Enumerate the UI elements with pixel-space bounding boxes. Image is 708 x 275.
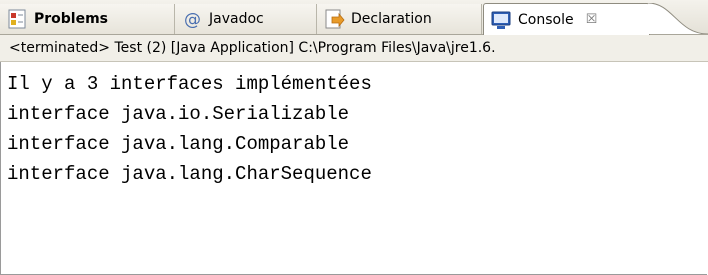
- tab-console[interactable]: Console ☒: [483, 3, 650, 35]
- tab-problems[interactable]: Problems: [0, 4, 175, 34]
- problems-icon: [6, 8, 28, 30]
- tab-label: Problems: [34, 11, 109, 27]
- javadoc-icon: @: [181, 8, 203, 30]
- tab-label: Declaration: [351, 11, 432, 27]
- tab-javadoc[interactable]: @ Javadoc: [175, 4, 317, 34]
- svg-text:@: @: [184, 10, 201, 30]
- tab-label: Javadoc: [209, 11, 264, 27]
- tab-label: Console: [518, 11, 574, 28]
- declaration-icon: [323, 8, 345, 30]
- tab-curve-decoration: [648, 3, 708, 34]
- console-line: Il y a 3 interfaces implémentées: [7, 73, 372, 95]
- console-status-line: <terminated> Test (2) [Java Application]…: [0, 35, 708, 62]
- console-line: interface java.io.Serializable: [7, 103, 350, 125]
- close-icon[interactable]: ☒: [586, 12, 598, 27]
- console-output[interactable]: Il y a 3 interfaces implémentées interfa…: [0, 63, 708, 275]
- console-icon: [490, 9, 512, 31]
- view-tab-bar: Problems @ Javadoc Declaration Console ☒: [0, 0, 708, 35]
- console-line: interface java.lang.Comparable: [7, 133, 350, 155]
- tab-declaration[interactable]: Declaration: [317, 4, 482, 34]
- console-line: interface java.lang.CharSequence: [7, 163, 372, 185]
